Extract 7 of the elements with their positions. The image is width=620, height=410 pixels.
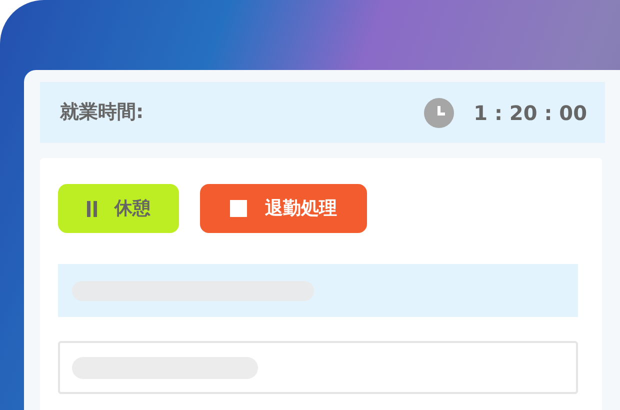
clock-icon [424,98,454,128]
break-button[interactable]: 休憩 [58,184,179,233]
elapsed-time: 1 : 20 : 00 [474,100,587,126]
stop-icon [230,200,247,217]
clock-out-button[interactable]: 退勤処理 [200,184,367,233]
work-hours-label: 就業時間: [60,100,144,126]
pause-icon [86,200,96,216]
